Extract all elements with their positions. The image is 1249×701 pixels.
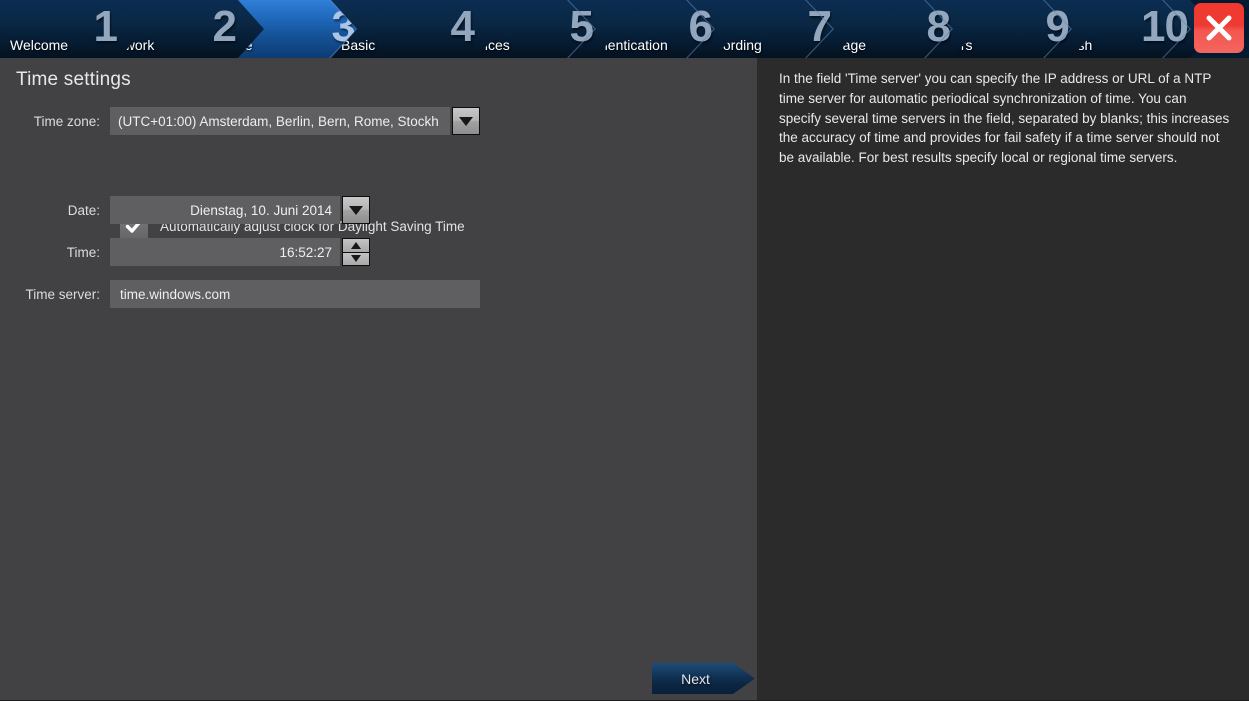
time-label: Time: [66,244,100,260]
time-server-row: Time server: time.windows.com [0,279,500,309]
time-zone-select[interactable]: (UTC+01:00) Amsterdam, Berlin, Bern, Rom… [110,107,450,135]
chevron-up-icon [351,241,361,249]
time-server-input[interactable]: time.windows.com [110,280,480,308]
date-label: Date: [67,202,100,218]
close-button[interactable] [1194,3,1244,53]
wizard-tab-number: 1 [93,2,117,51]
close-x-icon [1206,15,1232,41]
wizard-tab-number: 6 [688,2,712,51]
time-server-value: time.windows.com [120,286,231,302]
wizard-window: 1Welcome2Network3Time4Basic5Devices6Auth… [0,0,1249,701]
wizard-tab-number: 9 [1045,2,1069,51]
help-text: In the field 'Time server' you can speci… [779,71,1230,166]
time-row: Time: 16:52:27 [0,237,400,267]
chevron-down-icon [459,116,473,126]
time-zone-row: Time zone: (UTC+01:00) Amsterdam, Berlin… [0,106,500,136]
date-input[interactable]: Dienstag, 10. Juni 2014 [110,196,340,224]
time-server-label: Time server: [25,286,100,302]
wizard-tab-number: 8 [926,2,950,51]
time-zone-label: Time zone: [33,113,100,129]
main-panel: Time settings Time zone: (UTC+01:00) Ams… [0,58,757,700]
wizard-tab-label: Welcome [10,37,69,53]
time-zone-value: (UTC+01:00) Amsterdam, Berlin, Bern, Rom… [118,113,439,129]
wizard-tab-number: 4 [450,2,474,51]
wizard-tab-number: 7 [807,2,831,51]
time-value: 16:52:27 [279,244,332,260]
date-picker-button[interactable] [342,196,370,224]
chevron-down-icon [351,255,361,263]
page-title: Time settings [16,69,131,90]
time-stepper[interactable] [342,238,370,266]
wizard-step-tabs: 1Welcome2Network3Time4Basic5Devices6Auth… [0,0,1249,58]
wizard-tab-number: 2 [212,2,236,51]
time-stepper-down[interactable] [343,251,369,265]
time-input[interactable]: 16:52:27 [110,238,340,266]
help-panel: In the field 'Time server' you can speci… [757,58,1249,700]
wizard-tab-welcome[interactable]: 1 Welcome [0,0,145,58]
chevron-down-icon [349,205,363,215]
time-stepper-up[interactable] [343,239,369,252]
time-zone-dropdown-button[interactable] [452,107,480,135]
date-value: Dienstag, 10. Juni 2014 [190,202,332,218]
next-button[interactable]: Next [652,663,755,694]
wizard-tab-number: 10 [1141,2,1188,51]
date-row: Date: Dienstag, 10. Juni 2014 [0,195,400,225]
wizard-tab-number: 5 [569,2,593,51]
next-button-label: Next [681,670,710,687]
